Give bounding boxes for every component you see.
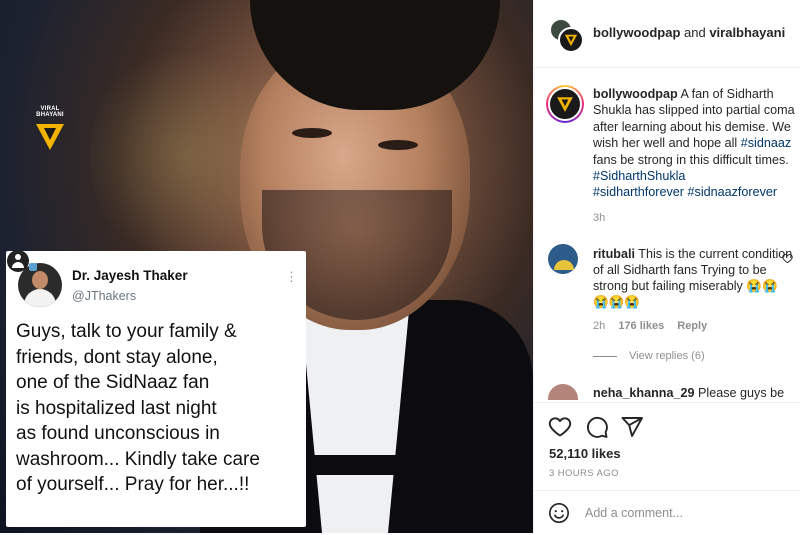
v-logo-icon	[557, 97, 573, 112]
commenter-avatar[interactable]	[548, 384, 578, 400]
view-replies-button[interactable]: View replies (6)	[629, 350, 705, 362]
collab-avatars[interactable]	[549, 18, 584, 53]
comment-timestamp[interactable]: 2h	[593, 320, 605, 332]
hashtag-link[interactable]: #sidnaazforever	[688, 185, 778, 199]
account-link-viralbhayani[interactable]: viralbhayani	[709, 25, 785, 40]
tweet-author-name: Dr. Jayesh Thaker	[72, 268, 188, 283]
reply-button[interactable]: Reply	[677, 320, 707, 332]
comment-text: ritubali This is the current condition o…	[593, 247, 793, 309]
hashtag-link[interactable]: #sidharthforever	[593, 185, 684, 199]
tweet-author-handle: @JThakers	[72, 289, 137, 303]
caption-username[interactable]: bollywoodpap	[593, 87, 678, 101]
post-accounts: bollywoodpap and viralbhayani	[593, 25, 786, 40]
comment-meta: 2h 176 likes Reply	[593, 320, 717, 332]
post-image[interactable]: VIRAL BHAYANI Dr. Jayesh Thaker @JThaker…	[0, 0, 533, 533]
caption-timestamp[interactable]: 3h	[593, 212, 605, 224]
account-icon[interactable]	[7, 250, 29, 272]
comment-likes[interactable]: 176 likes	[618, 320, 664, 332]
hashtag-link[interactable]: #SidharthShukla	[593, 169, 685, 183]
post-actions: 52,110 likes 3 HOURS AGO Add a comment..…	[534, 402, 800, 534]
post-timestamp[interactable]: 3 HOURS AGO	[549, 468, 619, 479]
post-header: bollywoodpap and viralbhayani	[534, 0, 800, 68]
commenter-avatar[interactable]	[548, 244, 578, 274]
post-caption: bollywoodpap A fan of Sidharth Shukla ha…	[593, 87, 795, 200]
share-paper-plane-icon[interactable]	[620, 415, 644, 439]
emoji-icon[interactable]	[548, 502, 570, 524]
account-link-bollywoodpap[interactable]: bollywoodpap	[593, 25, 680, 40]
viralbhayani-avatar[interactable]	[558, 27, 584, 53]
add-comment-bar: Add a comment...	[534, 490, 800, 535]
caption-avatar[interactable]	[546, 85, 584, 123]
v-logo-icon	[564, 34, 578, 47]
hashtag-link[interactable]: #sidnaaz	[741, 136, 791, 150]
more-options-icon: ⋮	[285, 269, 298, 284]
tweet-text: Guys, talk to your family & friends, don…	[16, 321, 260, 495]
tweet-card: Dr. Jayesh Thaker @JThakers ⋮ Guys, talk…	[6, 251, 306, 527]
post-details-panel: bollywoodpap and viralbhayani bollywoodp…	[533, 0, 800, 534]
add-comment-input[interactable]: Add a comment...	[585, 506, 683, 520]
comment-text: neha_khanna_29 Please guys be	[593, 386, 785, 400]
comment-username[interactable]: neha_khanna_29	[593, 386, 695, 400]
v-logo-icon	[36, 124, 64, 150]
viral-bhayani-watermark: VIRAL BHAYANI	[30, 106, 70, 157]
comment-like-heart-icon[interactable]	[782, 253, 793, 264]
like-heart-icon[interactable]	[548, 415, 572, 439]
comment-username[interactable]: ritubali	[593, 247, 635, 261]
like-count[interactable]: 52,110 likes	[549, 446, 621, 461]
comment-bubble-icon[interactable]	[585, 415, 609, 439]
